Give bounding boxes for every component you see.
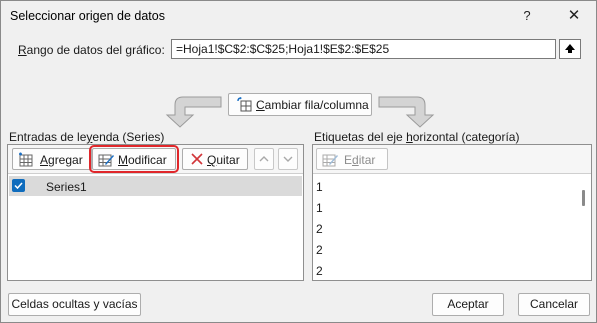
switch-row-column-label: Cambiar fila/columna bbox=[256, 98, 369, 112]
add-table-icon bbox=[19, 152, 33, 167]
series-checkbox[interactable] bbox=[12, 179, 25, 192]
legend-entries-panel: Agregar Modificar Quitar Series1 bbox=[7, 144, 304, 281]
move-down-button[interactable] bbox=[278, 148, 298, 170]
chevron-down-icon bbox=[283, 156, 293, 162]
list-item[interactable]: 2 bbox=[316, 243, 323, 257]
remove-series-button[interactable]: Quitar bbox=[182, 148, 248, 170]
list-item[interactable]: 1 bbox=[316, 201, 323, 215]
select-data-source-dialog: Seleccionar origen de datos ? ✕ Rango de… bbox=[0, 0, 597, 323]
axis-toolbar: Editar bbox=[313, 145, 591, 174]
switch-row-column-icon bbox=[237, 97, 252, 112]
series-name: Series1 bbox=[46, 180, 87, 194]
list-item[interactable]: 1 bbox=[316, 180, 323, 194]
checkmark-icon bbox=[14, 182, 23, 190]
category-list-scrollbar[interactable] bbox=[579, 175, 589, 279]
series-row[interactable]: Series1 bbox=[9, 176, 302, 196]
add-series-label: Agregar bbox=[40, 153, 83, 167]
title-bar: Seleccionar origen de datos ? ✕ bbox=[1, 1, 596, 31]
edit-table-icon bbox=[322, 154, 338, 167]
list-item[interactable]: 2 bbox=[316, 222, 323, 236]
axis-labels-panel: Editar 1 1 2 2 2 bbox=[312, 144, 592, 281]
hidden-empty-cells-button[interactable]: Celdas ocultas y vacías bbox=[8, 293, 141, 316]
edit-axis-labels-label: Editar bbox=[344, 153, 376, 167]
cancel-button[interactable]: Cancelar bbox=[518, 293, 590, 316]
scrollbar-thumb[interactable] bbox=[582, 190, 585, 206]
add-series-button[interactable]: Agregar bbox=[12, 148, 92, 170]
range-label: Rango de datos del gráfico: bbox=[18, 43, 165, 57]
legend-toolbar: Agregar Modificar Quitar bbox=[8, 145, 303, 174]
move-up-button[interactable] bbox=[254, 148, 274, 170]
remove-x-icon bbox=[191, 153, 203, 165]
curved-arrow-right-icon bbox=[378, 96, 435, 128]
edit-series-label: Modificar bbox=[118, 153, 167, 167]
legend-entries-title: Entradas de leyenda (Series) bbox=[9, 130, 165, 144]
collapse-dialog-button[interactable] bbox=[559, 39, 581, 59]
curved-arrow-left-icon bbox=[165, 96, 222, 128]
remove-series-label: Quitar bbox=[207, 153, 240, 167]
list-item[interactable]: 2 bbox=[316, 264, 323, 278]
switch-row-column-button[interactable]: Cambiar fila/columna bbox=[228, 93, 372, 116]
edit-table-icon bbox=[98, 154, 114, 167]
chevron-up-icon bbox=[259, 156, 269, 162]
help-button[interactable]: ? bbox=[513, 5, 541, 27]
chart-data-range-input[interactable]: =Hoja1!$C$2:$C$25;Hoja1!$E$2:$E$25 bbox=[171, 39, 556, 59]
edit-series-button[interactable]: Modificar bbox=[89, 145, 179, 173]
close-button[interactable]: ✕ bbox=[560, 5, 588, 27]
ok-button[interactable]: Aceptar bbox=[432, 293, 504, 316]
collapse-arrow-icon bbox=[565, 44, 575, 53]
axis-labels-title: Etiquetas del eje horizontal (categoría) bbox=[314, 130, 520, 144]
dialog-title: Seleccionar origen de datos bbox=[10, 9, 165, 23]
edit-axis-labels-button[interactable]: Editar bbox=[316, 148, 388, 170]
